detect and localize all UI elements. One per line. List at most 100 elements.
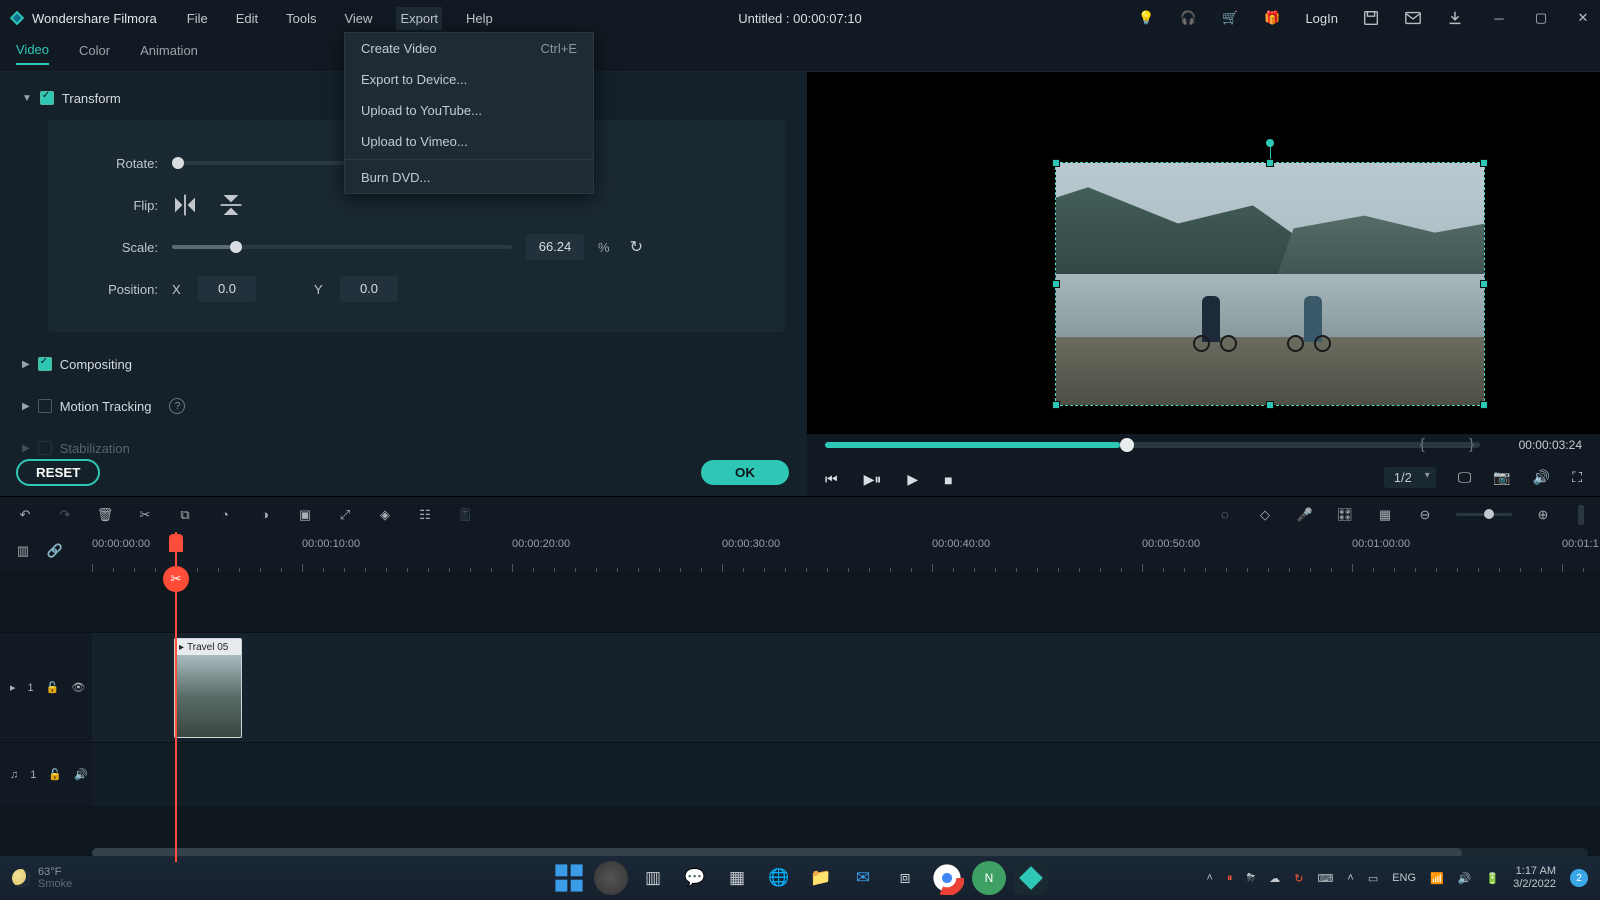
menu-view[interactable]: View (340, 7, 376, 30)
motion-tracking-checkbox[interactable] (38, 399, 52, 413)
tray-chevron-icon[interactable]: ˄ (1207, 872, 1213, 884)
start-icon[interactable] (552, 861, 586, 895)
language-indicator[interactable]: ENG (1392, 872, 1416, 884)
timeline-clip[interactable]: ▸Travel 05 (174, 638, 242, 738)
resize-handle[interactable] (1266, 401, 1274, 409)
task-view-icon[interactable]: ▥ (636, 861, 670, 895)
tray-icon[interactable]: ⛈ (1246, 872, 1255, 885)
display-monitor-icon[interactable]: 🖵 (1458, 469, 1472, 486)
sync-icon[interactable]: ↻ (1294, 872, 1303, 885)
pos-y-value[interactable]: 0.0 (340, 276, 398, 302)
minimize-icon[interactable]: ─ (1490, 9, 1508, 27)
explorer-icon[interactable]: 📁 (804, 861, 838, 895)
gift-icon[interactable]: 🎁 (1263, 9, 1281, 27)
zoom-out-icon[interactable]: ⊖ (1416, 506, 1434, 524)
mute-icon[interactable]: 🔊 (74, 768, 88, 781)
link-icon[interactable]: 🔗 (46, 542, 64, 560)
login-button[interactable]: LogIn (1305, 11, 1338, 26)
fullscreen-icon[interactable]: ⛶ (1572, 469, 1582, 486)
speed-icon[interactable]: ◔ (216, 506, 234, 524)
export-upload-vimeo[interactable]: Upload to Vimeo... (345, 126, 593, 157)
menu-export[interactable]: Export (396, 7, 442, 30)
export-upload-youtube[interactable]: Upload to YouTube... (345, 95, 593, 126)
video-track[interactable]: ▸ 1 🔓 👁 ▸Travel 05 (0, 632, 1600, 742)
audio-mixer-icon[interactable]: 🎛 (1336, 506, 1354, 524)
stabilization-checkbox[interactable] (38, 441, 52, 455)
stop-icon[interactable]: ■ (944, 472, 952, 488)
track-view-icon[interactable]: ▦ (1376, 506, 1394, 524)
scale-reset-icon[interactable]: ↻ (630, 237, 643, 257)
save-icon[interactable] (1362, 9, 1380, 27)
close-icon[interactable]: ✕ (1574, 9, 1592, 27)
headset-icon[interactable]: 🎧 (1179, 9, 1197, 27)
preview-scrubber[interactable] (825, 442, 1480, 448)
timeline-options-icon[interactable]: ▥ (14, 542, 32, 560)
zoom-slider[interactable] (1456, 513, 1512, 516)
color-icon[interactable]: ◑ (256, 506, 274, 524)
lightbulb-icon[interactable]: 💡 (1137, 9, 1155, 27)
mark-brackets[interactable]: { } (1420, 436, 1494, 453)
menu-help[interactable]: Help (462, 7, 497, 30)
playhead[interactable]: ✂ (175, 532, 177, 862)
zoom-in-icon[interactable]: ⊕ (1534, 506, 1552, 524)
tray-icon[interactable]: ⏸ (1227, 872, 1233, 885)
menu-file[interactable]: File (183, 7, 212, 30)
group-compositing-header[interactable]: ▶ Compositing (22, 350, 785, 378)
chrome-icon[interactable] (930, 861, 964, 895)
rotate-handle[interactable] (1266, 139, 1274, 147)
dropbox-icon[interactable]: ⧈ (888, 861, 922, 895)
search-icon[interactable] (594, 861, 628, 895)
tab-animation[interactable]: Animation (140, 43, 198, 64)
pos-x-value[interactable]: 0.0 (198, 276, 256, 302)
maximize-icon[interactable]: ▢ (1532, 9, 1550, 27)
lock-icon[interactable]: 🔓 (46, 681, 60, 694)
ok-button[interactable]: OK (701, 460, 789, 485)
resize-handle[interactable] (1266, 159, 1274, 167)
prev-frame-icon[interactable]: ⏮ (825, 471, 838, 488)
preview-quality-select[interactable]: 1/2▾ (1384, 467, 1436, 488)
fit-icon[interactable]: ⤢ (336, 506, 354, 524)
audio-edit-icon[interactable]: 🎚 (456, 506, 474, 524)
battery-icon[interactable]: 🔋 (1485, 872, 1499, 885)
mail-icon[interactable] (1404, 9, 1422, 27)
group-motion-tracking-header[interactable]: ▶ Motion Tracking ? (22, 392, 785, 420)
tray-chevron-icon[interactable]: ˄ (1347, 872, 1353, 884)
calendar-icon[interactable]: ▭ (1368, 872, 1378, 885)
taskbar-clock[interactable]: 1:17 AM 3/2/2022 (1513, 865, 1556, 891)
delete-icon[interactable]: 🗑 (96, 506, 114, 524)
tab-color[interactable]: Color (79, 43, 110, 64)
scale-value[interactable]: 66.24 (526, 234, 584, 260)
download-icon[interactable] (1446, 9, 1464, 27)
green-screen-icon[interactable]: ▣ (296, 506, 314, 524)
wifi-icon[interactable]: 📶 (1430, 872, 1444, 885)
keyboard-icon[interactable]: ⌨ (1317, 872, 1333, 885)
export-create-video[interactable]: Create Video Ctrl+E (345, 33, 593, 64)
mail-app-icon[interactable]: ✉ (846, 861, 880, 895)
compositing-checkbox[interactable] (38, 357, 52, 371)
crop-icon[interactable]: ⧉ (176, 506, 194, 524)
app-icon[interactable]: N (972, 861, 1006, 895)
lock-icon[interactable]: 🔓 (48, 768, 62, 781)
record-voiceover-icon[interactable]: 🎤 (1296, 506, 1314, 524)
audio-track[interactable]: ♫ 1 🔓 🔊 (0, 742, 1600, 806)
chat-icon[interactable]: 💬 (678, 861, 712, 895)
resize-handle[interactable] (1052, 280, 1060, 288)
reset-button[interactable]: RESET (16, 459, 100, 486)
cut-icon[interactable]: ✂ (163, 566, 189, 592)
menu-tools[interactable]: Tools (282, 7, 320, 30)
volume-tray-icon[interactable]: 🔊 (1458, 872, 1472, 885)
resize-handle[interactable] (1480, 280, 1488, 288)
redo-icon[interactable]: ↷ (56, 506, 74, 524)
flip-horizontal-icon[interactable] (172, 192, 198, 218)
flip-vertical-icon[interactable] (218, 192, 244, 218)
marker-icon[interactable]: ◇ (1256, 506, 1274, 524)
split-icon[interactable]: ✂ (136, 506, 154, 524)
snapshot-icon[interactable]: 📷 (1493, 469, 1510, 486)
taskbar-weather[interactable]: 63°F Smoke (12, 866, 72, 890)
step-back-icon[interactable]: ▶⏸ (864, 471, 882, 488)
onedrive-icon[interactable]: ☁ (1269, 872, 1280, 885)
volume-icon[interactable]: 🔊 (1533, 469, 1550, 486)
render-icon[interactable]: ◌ (1216, 506, 1234, 524)
notification-badge[interactable]: 2 (1570, 869, 1588, 887)
export-to-device[interactable]: Export to Device... (345, 64, 593, 95)
